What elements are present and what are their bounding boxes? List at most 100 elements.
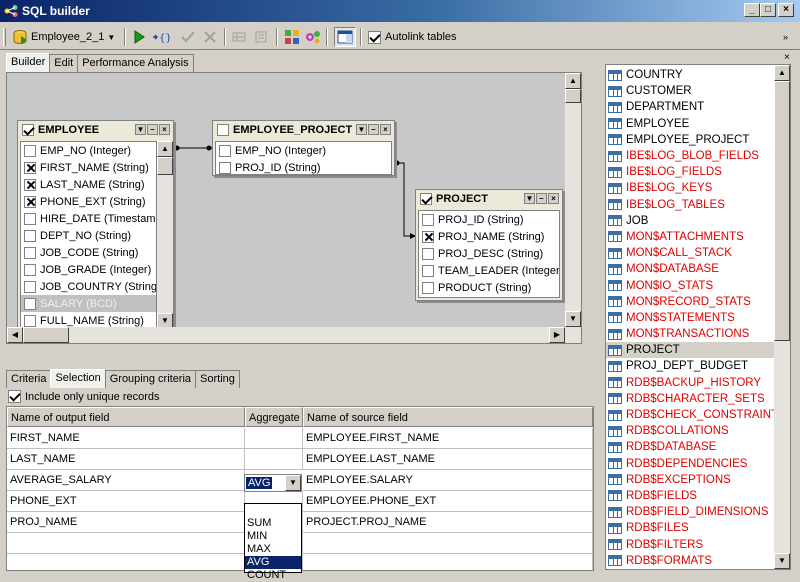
table-employee-project-checkbox[interactable] (217, 124, 229, 136)
tab-builder[interactable]: Builder (6, 53, 51, 72)
table-list-item[interactable]: EMPLOYEE_PROJECT (606, 132, 774, 148)
table-list-item[interactable]: IBE$LOG_KEYS (606, 180, 774, 196)
table-close-button[interactable]: × (380, 124, 391, 135)
grid-view-button[interactable] (232, 27, 246, 47)
field-checkbox[interactable] (422, 230, 434, 243)
field-row[interactable]: HIRE_DATE (Timestamp) (21, 210, 156, 227)
table-list-item[interactable]: COUNTRY (606, 67, 774, 83)
vertical-splitter[interactable] (596, 64, 604, 570)
rollback-button[interactable] (202, 27, 218, 47)
autolink-checkbox[interactable]: Autolink tables (368, 27, 457, 47)
field-checkbox[interactable] (24, 297, 36, 310)
table-list-item[interactable]: EMPLOYEE (606, 116, 774, 132)
layout-button[interactable] (284, 27, 300, 47)
aggregate-option[interactable] (245, 504, 301, 517)
field-checkbox[interactable] (24, 263, 36, 276)
panel-close-icon[interactable]: × (784, 52, 790, 63)
tab-sorting[interactable]: Sorting (195, 370, 240, 388)
table-list-item[interactable]: MON$STATEMENTS (606, 310, 774, 326)
source-field-cell[interactable]: EMPLOYEE.SALARY (303, 470, 593, 491)
autolink-check[interactable] (368, 30, 381, 44)
field-row[interactable]: JOB_GRADE (Integer) (21, 261, 156, 278)
aggregate-select[interactable]: AVG ▼ (244, 474, 302, 492)
tab-criteria[interactable]: Criteria (6, 370, 52, 388)
table-list-item[interactable]: RDB$DEPENDENCIES (606, 456, 774, 472)
maximize-button[interactable]: □ (760, 3, 776, 17)
table-list-item[interactable]: RDB$FORMATS (606, 553, 774, 569)
field-checkbox[interactable] (219, 161, 231, 174)
field-checkbox[interactable] (219, 144, 231, 157)
table-list-item[interactable]: RDB$FILES (606, 520, 774, 536)
table-list-item[interactable]: PROJ_DEPT_BUDGET (606, 358, 774, 374)
table-list-item[interactable]: IBE$LOG_FIELDS (606, 164, 774, 180)
aggregate-option[interactable]: AVG (245, 556, 301, 569)
field-row[interactable]: SALARY (BCD) (21, 295, 156, 312)
horizontal-splitter[interactable] (0, 352, 600, 362)
table-list-item[interactable]: RDB$BACKUP_HISTORY (606, 375, 774, 391)
field-checkbox[interactable] (24, 195, 36, 208)
toolbar-overflow-icon[interactable]: » (783, 32, 788, 42)
unique-records-checkbox[interactable]: Include only unique records (8, 390, 160, 403)
empty-cell[interactable] (303, 554, 593, 570)
field-checkbox[interactable] (422, 213, 434, 226)
table-menu-button[interactable]: ▼ (135, 124, 146, 135)
form-view-button[interactable] (254, 27, 268, 47)
field-checkbox[interactable] (24, 229, 36, 242)
scroll-up-button[interactable]: ▲ (565, 73, 581, 89)
scroll-down-button[interactable]: ▼ (774, 553, 790, 569)
field-checkbox[interactable] (422, 247, 434, 260)
field-checkbox[interactable] (24, 314, 36, 327)
table-project[interactable]: PROJECT ▼ – × PROJ_ID (String) PROJ_NAME … (415, 189, 563, 301)
canvas-horizontal-scrollbar[interactable]: ◀ ▶ (7, 327, 581, 343)
table-header[interactable]: EMPLOYEE ▼ – × (18, 121, 173, 139)
source-field-cell[interactable]: PROJECT.PROJ_NAME (303, 512, 593, 533)
scroll-down-button[interactable]: ▼ (565, 311, 581, 327)
column-header-source-field[interactable]: Name of source field (303, 407, 593, 427)
table-list-item[interactable]: RDB$FIELDS (606, 488, 774, 504)
tab-performance-analysis[interactable]: Performance Analysis (77, 54, 194, 72)
tab-selection[interactable]: Selection (50, 369, 106, 388)
field-checkbox[interactable] (24, 178, 36, 191)
field-row[interactable]: DEPT_NO (String) (21, 227, 156, 244)
field-checkbox[interactable] (24, 144, 36, 157)
unique-records-check[interactable] (8, 390, 21, 403)
output-field-cell[interactable]: PHONE_EXT (7, 491, 245, 512)
canvas-vertical-scrollbar[interactable]: ▲ ▼ (565, 73, 581, 327)
field-row[interactable]: FIRST_NAME (String) (21, 159, 156, 176)
employee-vertical-scrollbar[interactable]: ▲ ▼ (157, 141, 173, 329)
table-list-item[interactable]: CUSTOMER (606, 83, 774, 99)
empty-cell[interactable] (7, 533, 245, 554)
output-field-cell[interactable]: PROJ_NAME (7, 512, 245, 533)
aggregate-option[interactable]: MIN (245, 530, 301, 543)
table-list-item[interactable]: DEPARTMENT (606, 99, 774, 115)
field-row[interactable]: PHONE_EXT (String) (21, 193, 156, 210)
table-list-item[interactable]: PROJECT (606, 342, 774, 359)
field-row[interactable]: TEAM_LEADER (Integer) (419, 262, 559, 279)
table-list-item[interactable]: RDB$FIELD_DIMENSIONS (606, 504, 774, 520)
table-list-item[interactable]: RDB$FILTERS (606, 536, 774, 552)
field-row[interactable]: PROJ_ID (String) (216, 159, 391, 174)
aggregate-cell[interactable] (245, 449, 303, 470)
field-checkbox[interactable] (422, 281, 434, 294)
table-list-item[interactable]: RDB$EXCEPTIONS (606, 472, 774, 488)
table-list-item[interactable]: JOB (606, 213, 774, 229)
table-list-item[interactable]: MON$IO_STATS (606, 277, 774, 293)
field-row[interactable]: PROJ_NAME (String) (419, 228, 559, 245)
empty-cell[interactable] (303, 533, 593, 554)
scroll-up-button[interactable]: ▲ (157, 141, 173, 157)
column-header-output-field[interactable]: Name of output field (7, 407, 245, 427)
table-close-button[interactable]: × (548, 193, 559, 204)
table-close-button[interactable]: × (159, 124, 170, 135)
table-list-item[interactable]: RDB$DATABASE (606, 439, 774, 455)
source-field-cell[interactable]: EMPLOYEE.LAST_NAME (303, 449, 593, 470)
minimize-button[interactable]: _ (744, 3, 760, 17)
table-menu-button[interactable]: ▼ (356, 124, 367, 135)
scroll-up-button[interactable]: ▲ (774, 65, 790, 81)
table-list-item[interactable]: MON$RECORD_STATS (606, 294, 774, 310)
table-header[interactable]: EMPLOYEE_PROJECT ▼ – × (213, 121, 394, 139)
query-diagram-canvas[interactable]: EMPLOYEE ▼ – × EMP_NO (Integer) FIRST_NAM… (6, 72, 582, 344)
output-field-cell[interactable]: AVERAGE_SALARY (7, 470, 245, 491)
scroll-thumb[interactable] (157, 157, 173, 175)
output-field-cell[interactable]: LAST_NAME (7, 449, 245, 470)
scroll-right-button[interactable]: ▶ (549, 327, 565, 343)
